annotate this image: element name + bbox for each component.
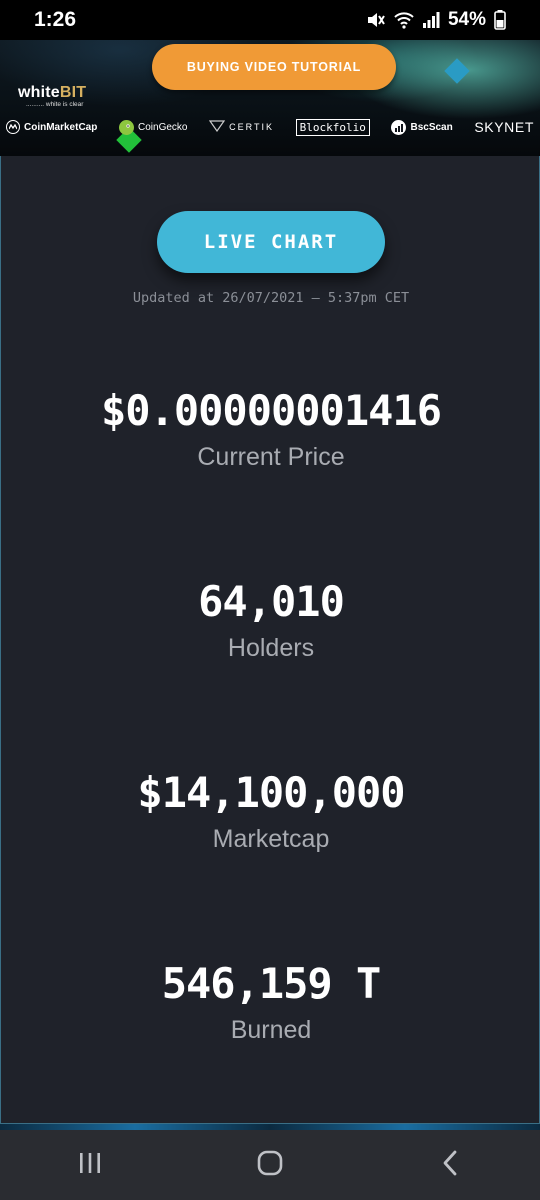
stat-marketcap: $14,100,000 Marketcap: [1, 768, 540, 854]
burned-value: 546,159 T: [161, 959, 382, 1008]
status-time: 1:26: [34, 8, 77, 31]
updated-timestamp: Updated at 26/07/2021 – 5:37pm CET: [132, 290, 410, 306]
decor-diamond-blue: [444, 58, 470, 84]
holders-label: Holders: [227, 634, 315, 662]
stat-burned: 546,159 T Burned: [1, 959, 540, 1045]
mute-icon: [366, 11, 386, 29]
partner-certik[interactable]: CERTIK: [208, 120, 274, 134]
marketcap-value: $14,100,000: [137, 768, 405, 817]
whitebit-brand-gold: BIT: [59, 84, 87, 101]
token-stats-card: LIVE CHART Updated at 26/07/2021 – 5:37p…: [0, 156, 540, 1124]
battery-percent: 54%: [447, 9, 486, 30]
back-icon: [440, 1149, 460, 1182]
system-navigation-bar: [0, 1130, 540, 1200]
buying-video-tutorial-button[interactable]: BUYING VIDEO TUTORIAL: [152, 44, 396, 90]
certik-icon: [208, 120, 226, 134]
status-icons: 54%: [366, 9, 506, 31]
blockfolio-label: Blockfolio: [299, 120, 366, 134]
holders-value: 64,010: [198, 577, 345, 626]
recent-apps-button[interactable]: [60, 1140, 120, 1190]
home-icon: [256, 1149, 284, 1182]
coinmarketcap-icon: [6, 120, 20, 134]
bscscan-label: BscScan: [410, 121, 453, 133]
signal-icon: [422, 11, 440, 29]
partner-coingecko[interactable]: CoinGecko: [119, 119, 188, 135]
marketcap-label: Marketcap: [212, 825, 330, 853]
partner-skynet[interactable]: SKYNET: [474, 119, 534, 135]
status-bar: 1:26 54%: [0, 0, 540, 40]
live-chart-button[interactable]: LIVE CHART: [157, 211, 385, 273]
wifi-icon: [394, 11, 414, 29]
certik-label: CERTIK: [229, 122, 274, 132]
whitebit-logo[interactable]: whiteBIT .......... white is clear: [18, 84, 86, 108]
whitebit-tagline: white is clear: [45, 101, 84, 108]
home-button[interactable]: [240, 1140, 300, 1190]
coingecko-icon: [119, 119, 134, 135]
burned-label: Burned: [230, 1016, 312, 1044]
stat-current-price: $0.00000001416 Current Price: [1, 386, 540, 472]
battery-icon: [494, 10, 506, 30]
promo-banner[interactable]: BUYING VIDEO TUTORIAL whiteBIT .........…: [0, 40, 540, 156]
recent-apps-icon: [77, 1151, 103, 1180]
partner-coinmarketcap[interactable]: CoinMarketCap: [6, 120, 97, 134]
back-button[interactable]: [420, 1140, 480, 1190]
bscscan-icon: [391, 119, 407, 135]
partner-blockfolio[interactable]: Blockfolio: [295, 118, 370, 136]
whitebit-brand-white: white: [18, 84, 60, 101]
stat-holders: 64,010 Holders: [1, 577, 540, 663]
coingecko-label: CoinGecko: [138, 121, 188, 133]
coinmarketcap-label: CoinMarketCap: [24, 121, 98, 133]
partner-bscscan[interactable]: BscScan: [391, 119, 453, 135]
current-price-value: $0.00000001416: [100, 386, 442, 435]
partner-logos: CoinMarketCap CoinGecko CERTIK Blockfoli…: [0, 114, 540, 140]
skynet-label: SKYNET: [474, 119, 534, 135]
current-price-label: Current Price: [197, 443, 345, 471]
